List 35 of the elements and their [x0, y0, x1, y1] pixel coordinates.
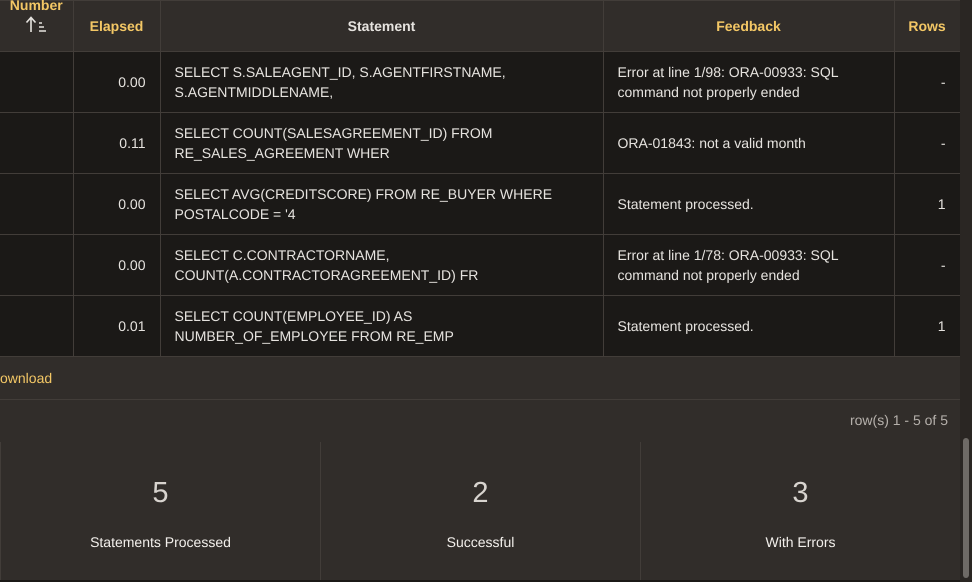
feedback-cell: Error at line 1/98: ORA-00933: SQL command not properly ended: [603, 52, 894, 112]
feedback-cell: Statement processed.: [603, 174, 894, 234]
summary-count: 5: [152, 478, 169, 508]
elapsed-cell: 0.00: [73, 234, 160, 296]
sort-ascending-icon[interactable]: [25, 15, 48, 33]
feedback-cell: Error at line 1/78: ORA-00933: SQL command not properly ended: [603, 234, 894, 296]
summary-count: 3: [792, 478, 809, 508]
rows-cell: 1: [894, 174, 960, 234]
column-header[interactable]: Feedback: [603, 0, 894, 52]
elapsed-cell: 0.00: [73, 174, 160, 234]
column-header[interactable]: Number: [0, 0, 73, 52]
statement-cell: SELECT AVG(CREDITSCORE) FROM RE_BUYER WHERE POSTALCODE = '4: [160, 174, 603, 234]
statement-cell: SELECT COUNT(SALESAGREEMENT_ID) FROM RE_SALES_AGREEMENT WHER: [160, 112, 603, 174]
feedback-cell: Statement processed.: [603, 296, 894, 356]
summary-label: Successful: [446, 534, 514, 550]
statement-cell: SELECT COUNT(EMPLOYEE_ID) AS NUMBER_OF_EMPLOYEE FROM RE_EMP: [160, 296, 603, 356]
summary-label: Statements Processed: [90, 534, 231, 550]
summary-count: 2: [472, 478, 489, 508]
elapsed-cell: 0.11: [73, 112, 160, 174]
column-header[interactable]: Elapsed: [73, 0, 160, 52]
rows-cell: 1: [894, 296, 960, 356]
pagination-text: row(s) 1 - 5 of 5: [850, 412, 948, 428]
statement-cell: SELECT S.SALEAGENT_ID, S.AGENTFIRSTNAME, S.AGENTMIDDLENAME,: [160, 52, 603, 112]
rows-cell: -: [894, 52, 960, 112]
download-link[interactable]: ownload: [0, 370, 52, 386]
column-header[interactable]: Rows: [894, 0, 960, 52]
feedback-cell: ORA-01843: not a valid month: [603, 112, 894, 174]
elapsed-cell: 0.00: [73, 52, 160, 112]
column-header[interactable]: Statement: [160, 0, 603, 52]
rows-cell: -: [894, 234, 960, 296]
scrollbar-thumb[interactable]: [963, 438, 969, 578]
statement-cell: SELECT C.CONTRACTORNAME, COUNT(A.CONTRACTORAGREEMENT_ID) FR: [160, 234, 603, 296]
summary-label: With Errors: [766, 534, 836, 550]
rows-cell: -: [894, 112, 960, 174]
elapsed-cell: 0.01: [73, 296, 160, 356]
